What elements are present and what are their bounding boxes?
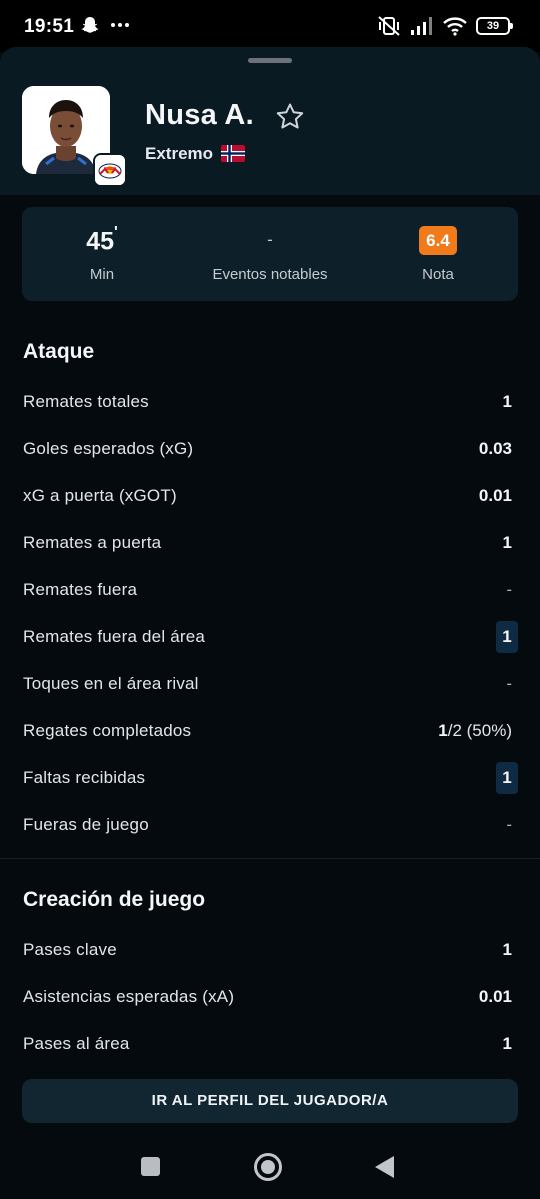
stat-row: Regates completados 1/2 (50%) (0, 711, 540, 751)
stat-label: Remates a puerta (23, 533, 162, 552)
stat-label: xG a puerta (xGOT) (23, 486, 177, 505)
minutes-number: 45 (86, 227, 114, 256)
stat-label: Remates fuera (23, 580, 138, 599)
player-name: Nusa A. (145, 99, 254, 131)
stat-value: - (506, 674, 512, 693)
stat-row: Pases al área 1 (0, 1024, 540, 1064)
stat-label: Remates fuera del área (23, 627, 206, 646)
favorite-star-icon[interactable] (274, 101, 306, 133)
stat-value-highlight: 1 (496, 762, 518, 794)
rating-badge: 6.4 (419, 226, 457, 255)
stat-row: Remates fuera - (0, 570, 540, 610)
stat-row: Asistencias esperadas (xA) 0.01 (0, 977, 540, 1017)
stat-value-highlight: 1 (496, 621, 518, 653)
more-dots-icon (111, 23, 129, 27)
stat-value: 1 (502, 533, 512, 552)
stat-value: 1 (502, 392, 512, 411)
battery-icon: 39 (476, 17, 513, 35)
stat-value: 0.03 (478, 439, 512, 458)
snapchat-icon (81, 17, 99, 33)
status-time: 19:51 (24, 16, 75, 37)
mute-vibrate-icon (378, 16, 400, 36)
status-bar: 19:51 39 (0, 0, 540, 52)
player-header: Nusa A. Extremo (0, 47, 540, 195)
wifi-icon (443, 17, 467, 36)
minutes-mark: ' (114, 224, 118, 241)
stat-label: Remates totales (23, 392, 149, 411)
norway-flag-icon (221, 145, 245, 162)
rb-leipzig-logo (95, 155, 125, 185)
team-badge-icon[interactable] (93, 153, 127, 187)
section-title-creation: Creación de juego (23, 888, 206, 911)
minutes-label: Min (89, 266, 115, 283)
minutes-stat: 45' Min (52, 207, 152, 301)
stat-label: Goles esperados (xG) (23, 439, 194, 458)
stat-row: Goles esperados (xG) 0.03 (0, 429, 540, 469)
section-divider (0, 858, 540, 859)
player-sheet: Nusa A. Extremo 45' Min - Eventos notabl… (0, 47, 540, 1134)
stat-label: Toques en el área rival (23, 674, 199, 693)
back-icon[interactable] (375, 1156, 394, 1178)
system-nav-bar (0, 1134, 540, 1199)
drag-handle[interactable] (248, 58, 292, 63)
player-position: Extremo (145, 144, 214, 163)
match-summary-card: 45' Min - Eventos notables 6.4 Nota (22, 207, 518, 301)
stat-value: 1 (502, 940, 512, 959)
stat-row: xG a puerta (xGOT) 0.01 (0, 476, 540, 516)
stat-label: Fueras de juego (23, 815, 149, 834)
stat-label: Regates completados (23, 721, 192, 740)
stat-label: Asistencias esperadas (xA) (23, 987, 235, 1006)
minutes-value: 45' (52, 224, 152, 256)
rating-label: Nota (422, 266, 454, 283)
stat-label: Pases clave (23, 940, 117, 959)
section-title-attack: Ataque (23, 340, 95, 363)
stat-row: Remates totales 1 (0, 382, 540, 422)
stat-value: - (506, 580, 512, 599)
stat-value: 1/2 (50%) (438, 721, 512, 741)
stat-row: Toques en el área rival - (0, 664, 540, 704)
stat-value: 0.01 (478, 486, 512, 505)
stat-row: Faltas recibidas 1 (0, 758, 540, 798)
stat-row: Pases clave 1 (0, 930, 540, 970)
events-value: - (267, 230, 273, 249)
stat-value: 0.01 (478, 987, 512, 1006)
rating-stat: 6.4 Nota (388, 207, 488, 301)
home-icon[interactable] (254, 1153, 282, 1181)
stat-value-attempts: /2 (50%) (447, 721, 512, 740)
signal-icon (411, 17, 432, 35)
stat-label: Faltas recibidas (23, 768, 146, 787)
events-label: Eventos notables (212, 266, 328, 283)
player-profile-button[interactable]: IR AL PERFIL DEL JUGADOR/A (22, 1079, 518, 1123)
events-stat: - Eventos notables (190, 207, 350, 301)
stat-value: 1 (502, 1034, 512, 1053)
battery-level: 39 (486, 20, 500, 32)
stat-row: Remates fuera del área 1 (0, 617, 540, 657)
stat-row: Remates a puerta 1 (0, 523, 540, 563)
stat-row: Fueras de juego - (0, 805, 540, 845)
stat-value: - (506, 815, 512, 834)
stat-value-success: 1 (438, 721, 448, 740)
stat-label: Pases al área (23, 1034, 130, 1053)
recents-icon[interactable] (141, 1157, 160, 1176)
